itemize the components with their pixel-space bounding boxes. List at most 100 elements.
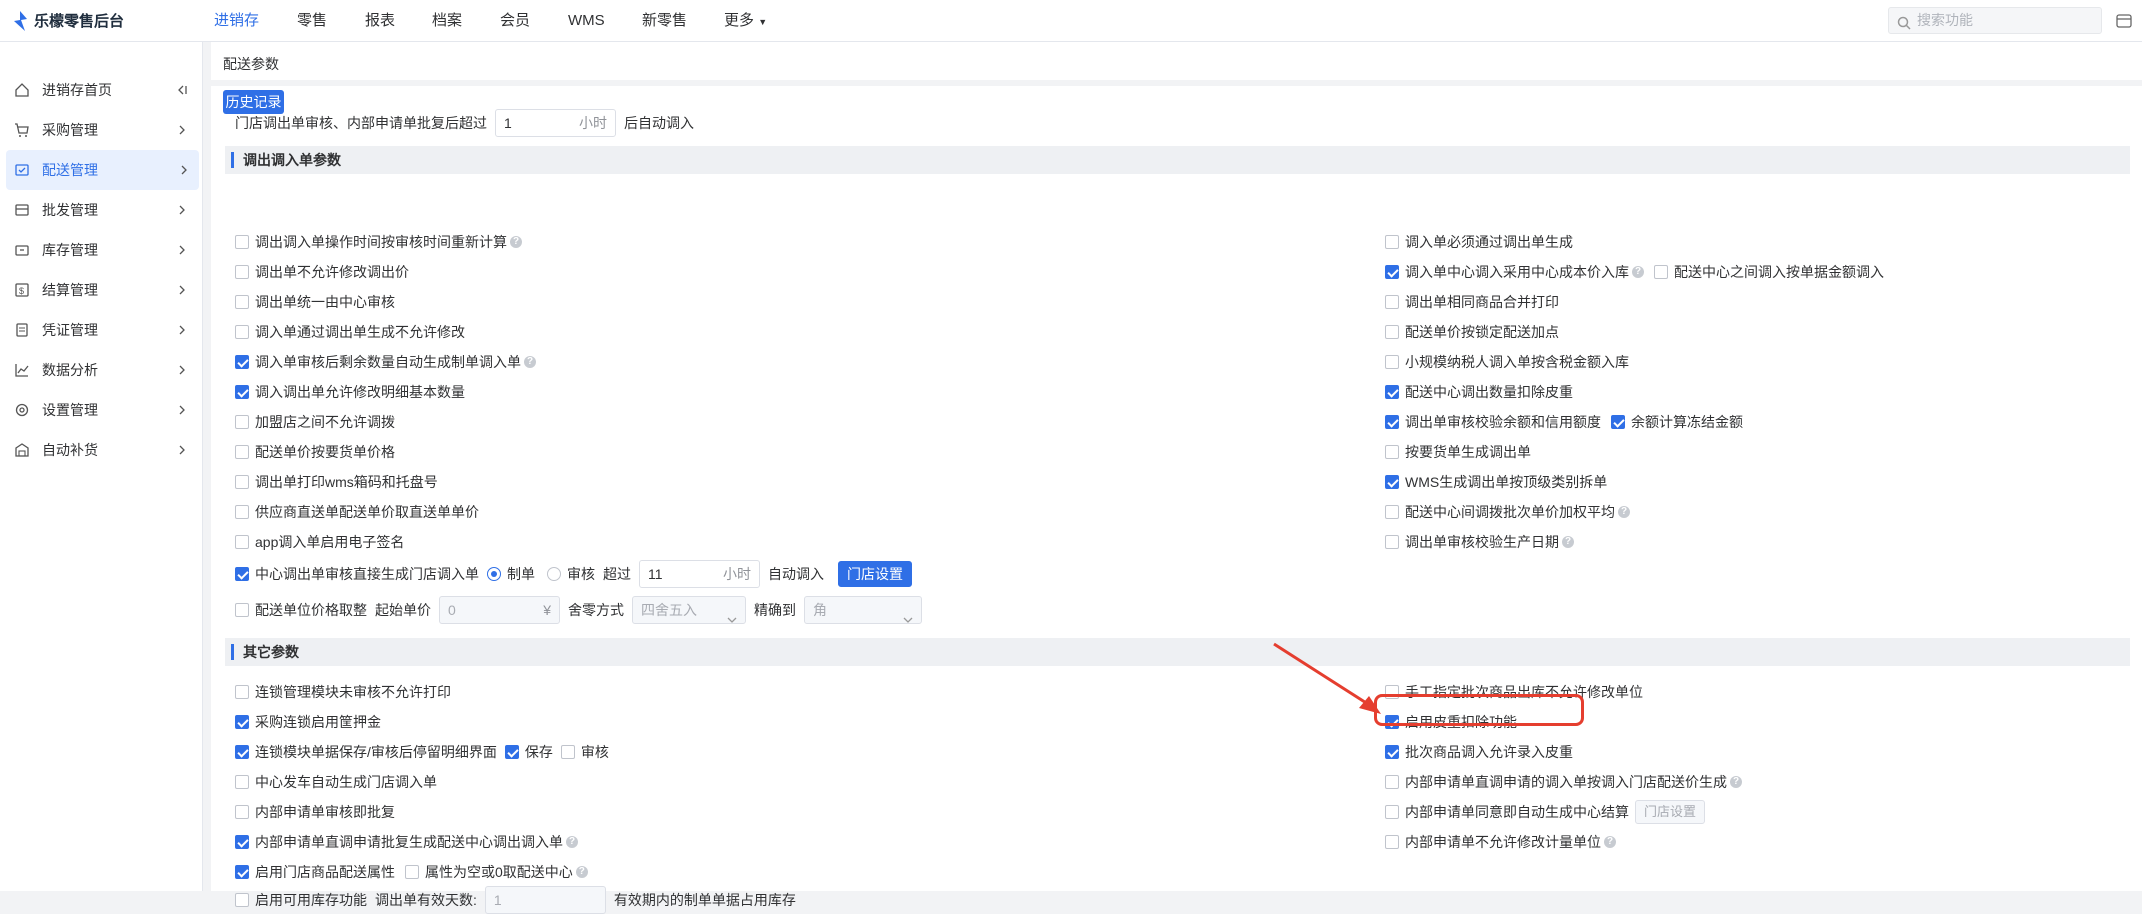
collapse-icon[interactable] [175,83,189,100]
checkbox[interactable] [235,325,249,339]
checkbox[interactable] [1385,835,1399,849]
checkbox[interactable] [235,835,249,849]
checkbox[interactable] [1385,325,1399,339]
option-row[interactable]: 调入单必须通过调出单生成 [1385,232,1573,252]
checkbox[interactable] [235,567,249,581]
checkbox[interactable] [1385,445,1399,459]
option-row[interactable]: 调出单统一由中心审核 [235,292,395,312]
option-row[interactable]: 调入单审核后剩余数量自动生成制单调入单? [235,352,536,372]
valid-days-input[interactable]: 1 [484,886,606,914]
option-row[interactable]: 配送单价按要货单价格 [235,442,395,462]
checkbox[interactable] [1385,805,1399,819]
nav-wms[interactable]: WMS [560,0,613,42]
checkbox[interactable] [235,445,249,459]
checkbox[interactable] [1385,505,1399,519]
option-row[interactable]: 配送中心调出数量扣除皮重 [1385,382,1573,402]
auto-transfer-hours-input[interactable]: 1 小时 [495,109,616,137]
checkbox[interactable] [1385,475,1399,489]
precision-select[interactable]: 角 [804,596,922,624]
help-icon[interactable]: ? [575,866,588,878]
sidebar-item-wholesale[interactable]: 批发管理 [0,190,203,230]
sidebar-item-settings[interactable]: 设置管理 [0,390,203,430]
option-row[interactable]: 供应商直送单配送单价取直送单单价 [235,502,479,522]
calendar-icon[interactable] [2116,12,2132,31]
help-icon[interactable]: ? [1632,266,1644,278]
sidebar-item-analytics[interactable]: 数据分析 [0,350,203,390]
checkbox[interactable] [1385,415,1399,429]
checkbox[interactable] [235,355,249,369]
option-row[interactable]: app调入单启用电子签名 [235,532,404,552]
nav-baobiao[interactable]: 报表 [357,0,403,42]
option-row[interactable]: 启用门店商品配送属性 属性为空或0取配送中心? [235,862,588,882]
nav-more[interactable]: 更多 ▼ [716,0,775,42]
checkbox[interactable] [1385,775,1399,789]
option-row[interactable]: 中心发车自动生成门店调入单 [235,772,437,792]
option-row[interactable]: 内部申请单审核即批复 [235,802,395,822]
start-price-input[interactable]: 0 ¥ [439,596,560,624]
option-row[interactable]: 调出单审核校验余额和信用额度 余额计算冻结金额 [1385,412,1743,432]
search-input[interactable]: 搜索功能 [1888,7,2102,34]
nav-dangan[interactable]: 档案 [424,0,470,42]
checkbox[interactable] [235,475,249,489]
option-row[interactable]: WMS生成调出单按顶级类别拆单 [1385,472,1607,492]
option-row[interactable]: 按要货单生成调出单 [1385,442,1531,462]
checkbox[interactable] [1385,745,1399,759]
option-row[interactable]: 调入单通过调出单生成不允许修改 [235,322,465,342]
checkbox[interactable] [235,745,249,759]
sidebar-item-voucher[interactable]: 凭证管理 [0,310,203,350]
store-settings-button-disabled[interactable]: 门店设置 [1635,800,1706,824]
help-icon[interactable]: ? [566,836,578,848]
checkbox[interactable] [235,505,249,519]
store-settings-button[interactable]: 门店设置 [838,561,912,587]
checkbox[interactable] [235,295,249,309]
sidebar-item-delivery[interactable]: 配送管理 [6,150,199,190]
checkbox[interactable] [235,805,249,819]
radio-draft[interactable] [487,567,501,581]
checkbox[interactable] [1385,295,1399,309]
checkbox[interactable] [235,265,249,279]
sidebar-item-settlement[interactable]: $ 结算管理 [0,270,203,310]
app-logo[interactable]: 乐檬零售后台 [12,10,124,31]
option-row[interactable]: 调出单打印wms箱码和托盘号 [235,472,438,492]
checkbox[interactable] [235,603,249,617]
checkbox[interactable] [1611,415,1625,429]
tab-delivery-params[interactable]: 配送参数 [215,49,287,79]
center-hours-input[interactable]: 11 小时 [639,560,760,588]
option-row[interactable]: 内部申请单直调申请的调入单按调入门店配送价生成? [1385,772,1742,792]
checkbox[interactable] [1385,265,1399,279]
checkbox[interactable] [1385,235,1399,249]
checkbox[interactable] [1385,355,1399,369]
checkbox[interactable] [1385,535,1399,549]
nav-lingshou[interactable]: 零售 [289,0,335,42]
help-icon[interactable]: ? [1562,536,1574,548]
checkbox[interactable] [560,745,575,759]
checkbox[interactable] [235,715,249,729]
checkbox[interactable] [235,385,249,399]
option-row[interactable]: 连锁管理模块未审核不允许打印 [235,682,451,702]
checkbox[interactable] [1385,385,1399,399]
help-icon[interactable]: ? [510,236,522,248]
sidebar-item-home[interactable]: 进销存首页 [0,70,203,110]
checkbox[interactable] [235,775,249,789]
option-row[interactable]: 调出单审核校验生产日期? [1385,532,1574,552]
checkbox[interactable] [504,745,519,759]
option-row[interactable]: 配送单价按锁定配送加点 [1385,322,1559,342]
option-row[interactable]: 小规模纳税人调入单按含税金额入库 [1385,352,1629,372]
help-icon[interactable]: ? [524,356,536,368]
option-row[interactable]: 配送中心间调拨批次单价加权平均? [1385,502,1630,522]
option-row[interactable]: 调出单相同商品合并打印 [1385,292,1559,312]
option-row[interactable]: 采购连锁启用筐押金 [235,712,381,732]
sidebar-item-restock[interactable]: 自动补货 [0,430,203,470]
nav-xinlingshou[interactable]: 新零售 [634,0,695,42]
checkbox[interactable] [1654,265,1668,279]
option-row[interactable]: 批次商品调入允许录入皮重 [1385,742,1573,762]
checkbox[interactable] [235,235,249,249]
sidebar-item-inventory[interactable]: 库存管理 [0,230,203,270]
option-row[interactable]: 调出调入单操作时间按审核时间重新计算? [235,232,522,252]
rounding-mode-select[interactable]: 四舍五入 [632,596,746,624]
option-row[interactable]: 启用可用库存功能 调出单有效天数: 1 有效期内的制单单据占用库存 [235,886,796,914]
option-row[interactable]: 调出单不允许修改调出价 [235,262,409,282]
option-row[interactable]: 调入单中心调入采用中心成本价入库? 配送中心之间调入按单据金额调入 [1385,262,1884,282]
checkbox[interactable] [235,685,249,699]
checkbox[interactable] [235,415,249,429]
